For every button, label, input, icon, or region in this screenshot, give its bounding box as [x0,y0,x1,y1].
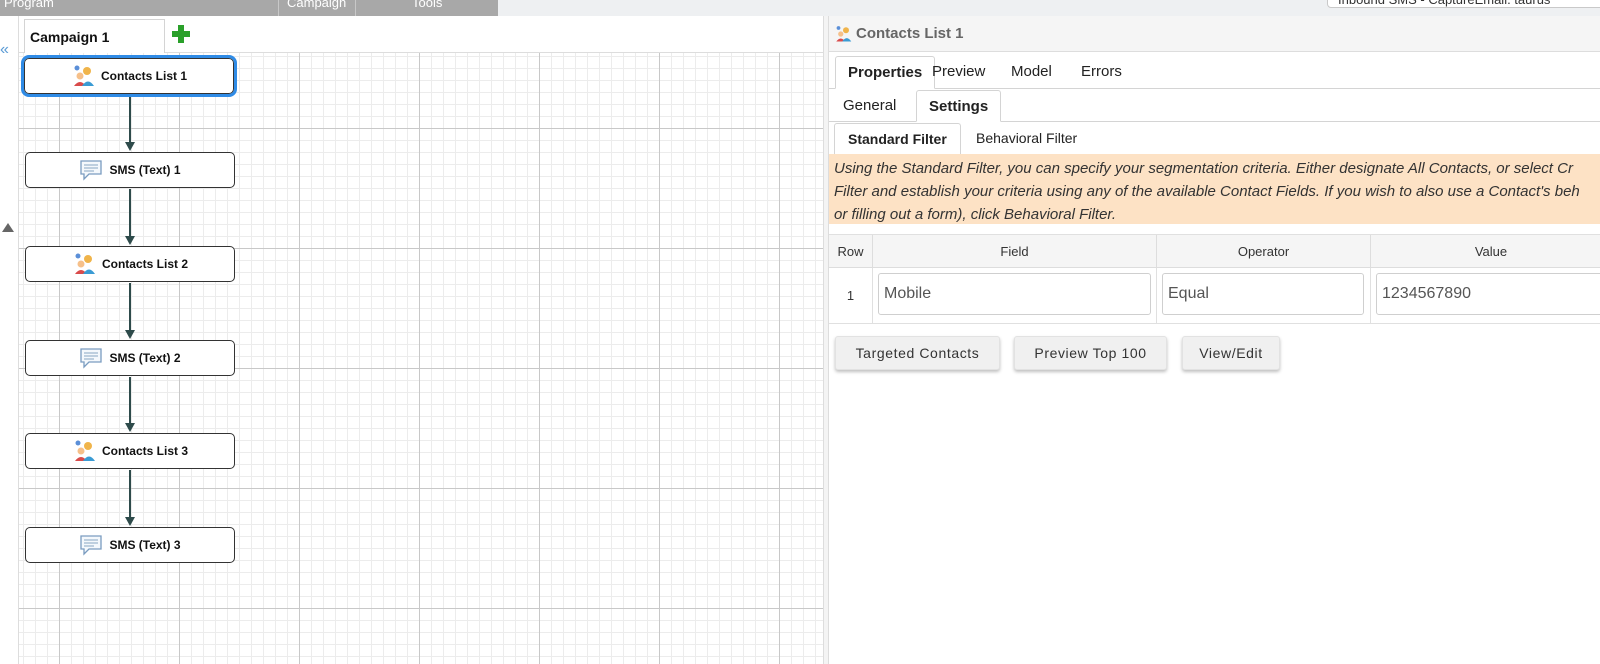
connector-line [129,189,131,237]
connector-line [129,283,131,331]
targeted-contacts-button[interactable]: Targeted Contacts [835,336,1000,370]
left-collapse-strip: « [0,16,19,664]
node-sms-text-2[interactable]: SMS (Text) 2 [25,340,235,376]
node-contacts-list-1[interactable]: Contacts List 1 [21,55,237,97]
node-label: SMS (Text) 1 [109,163,181,177]
column-header-row: Row [829,235,873,268]
node-label: SMS (Text) 2 [109,351,181,365]
tab-behavioral-filter[interactable]: Behavioral Filter [963,123,1090,155]
row-number: 1 [829,268,873,324]
tab-model[interactable]: Model [999,56,1064,89]
field-select[interactable]: Mobile [878,273,1151,315]
contacts-list-icon [73,65,94,86]
connector-arrow [125,236,135,245]
column-header-field: Field [873,235,1157,268]
value-input[interactable]: 1234567890 [1376,273,1600,315]
view-edit-button[interactable]: View/Edit [1182,336,1280,370]
menu-bar: Program Campaign Tools Inbound SMS - Cap… [0,0,1600,16]
info-line: Filter and establish your criteria using… [834,183,1580,200]
properties-header: Contacts List 1 [829,16,1600,52]
connector-arrow [125,142,135,151]
info-line: or filling out a form), click Behavioral… [834,206,1117,223]
value-cell: 1234567890 [1371,268,1600,324]
canvas-tab-strip: Campaign 1 [19,16,823,53]
tab-general[interactable]: General [831,90,908,122]
operator-cell: Equal [1157,268,1371,324]
tab-campaign-1[interactable]: Campaign 1 [24,19,165,53]
connector-line [129,96,131,144]
tab-standard-filter[interactable]: Standard Filter [834,123,961,155]
program-selector[interactable]: Inbound SMS - CaptureEmail. taurus [1327,0,1600,8]
contacts-list-icon [836,26,852,42]
connector-line [129,470,131,518]
column-header-operator: Operator [1157,235,1371,268]
collapse-left-icon[interactable]: « [0,42,9,58]
menu-separator [278,0,279,16]
connector-line [129,377,131,425]
tab-errors[interactable]: Errors [1069,56,1134,89]
sms-speech-bubble-icon [80,160,103,181]
menu-campaign[interactable]: Campaign [287,0,346,12]
node-label: Contacts List 2 [101,257,188,271]
node-sms-text-3[interactable]: SMS (Text) 3 [25,527,235,563]
filter-info-message: Using the Standard Filter, you can speci… [829,154,1600,224]
node-label: SMS (Text) 3 [109,538,181,552]
preview-top-100-button[interactable]: Preview Top 100 [1014,336,1167,370]
properties-panel: Contacts List 1 Properties Preview Model… [829,16,1600,664]
contacts-list-icon [74,440,95,461]
node-sms-text-1[interactable]: SMS (Text) 1 [25,152,235,188]
campaign-canvas[interactable]: Contacts List 1 SMS (Text) 1 Contacts Li… [19,53,823,664]
add-tab-icon[interactable] [171,24,191,44]
tab-preview[interactable]: Preview [920,56,997,89]
node-contacts-list-2[interactable]: Contacts List 2 [25,246,235,282]
connector-arrow [125,423,135,432]
node-label: Contacts List 1 [100,69,187,83]
field-cell: Mobile [873,268,1157,324]
menu-group: Program Campaign Tools [0,0,498,16]
sms-speech-bubble-icon [80,348,103,369]
sms-speech-bubble-icon [80,535,103,556]
menu-program[interactable]: Program [4,0,54,12]
table-row: 1 Mobile Equal 1234567890 [829,268,1600,324]
column-header-value: Value [1474,244,1508,259]
node-label: Contacts List 3 [101,444,188,458]
properties-tabs: Properties Preview Model Errors [829,56,1600,89]
info-line: Using the Standard Filter, you can speci… [834,160,1573,177]
settings-subtabs: General Settings [829,90,1600,122]
properties-title: Contacts List 1 [856,25,964,42]
connector-arrow [125,517,135,526]
menu-tools[interactable]: Tools [412,0,442,12]
scroll-up-icon[interactable] [2,223,14,232]
tab-settings[interactable]: Settings [916,90,1002,122]
connector-arrow [125,330,135,339]
node-contacts-list-3[interactable]: Contacts List 3 [25,433,235,469]
operator-select[interactable]: Equal [1162,273,1364,315]
contacts-list-icon [74,253,95,274]
filter-grid-header: Row Field Operator Value [829,234,1600,268]
filter-tabs: Standard Filter Behavioral Filter [829,123,1600,155]
menu-separator [355,0,356,16]
